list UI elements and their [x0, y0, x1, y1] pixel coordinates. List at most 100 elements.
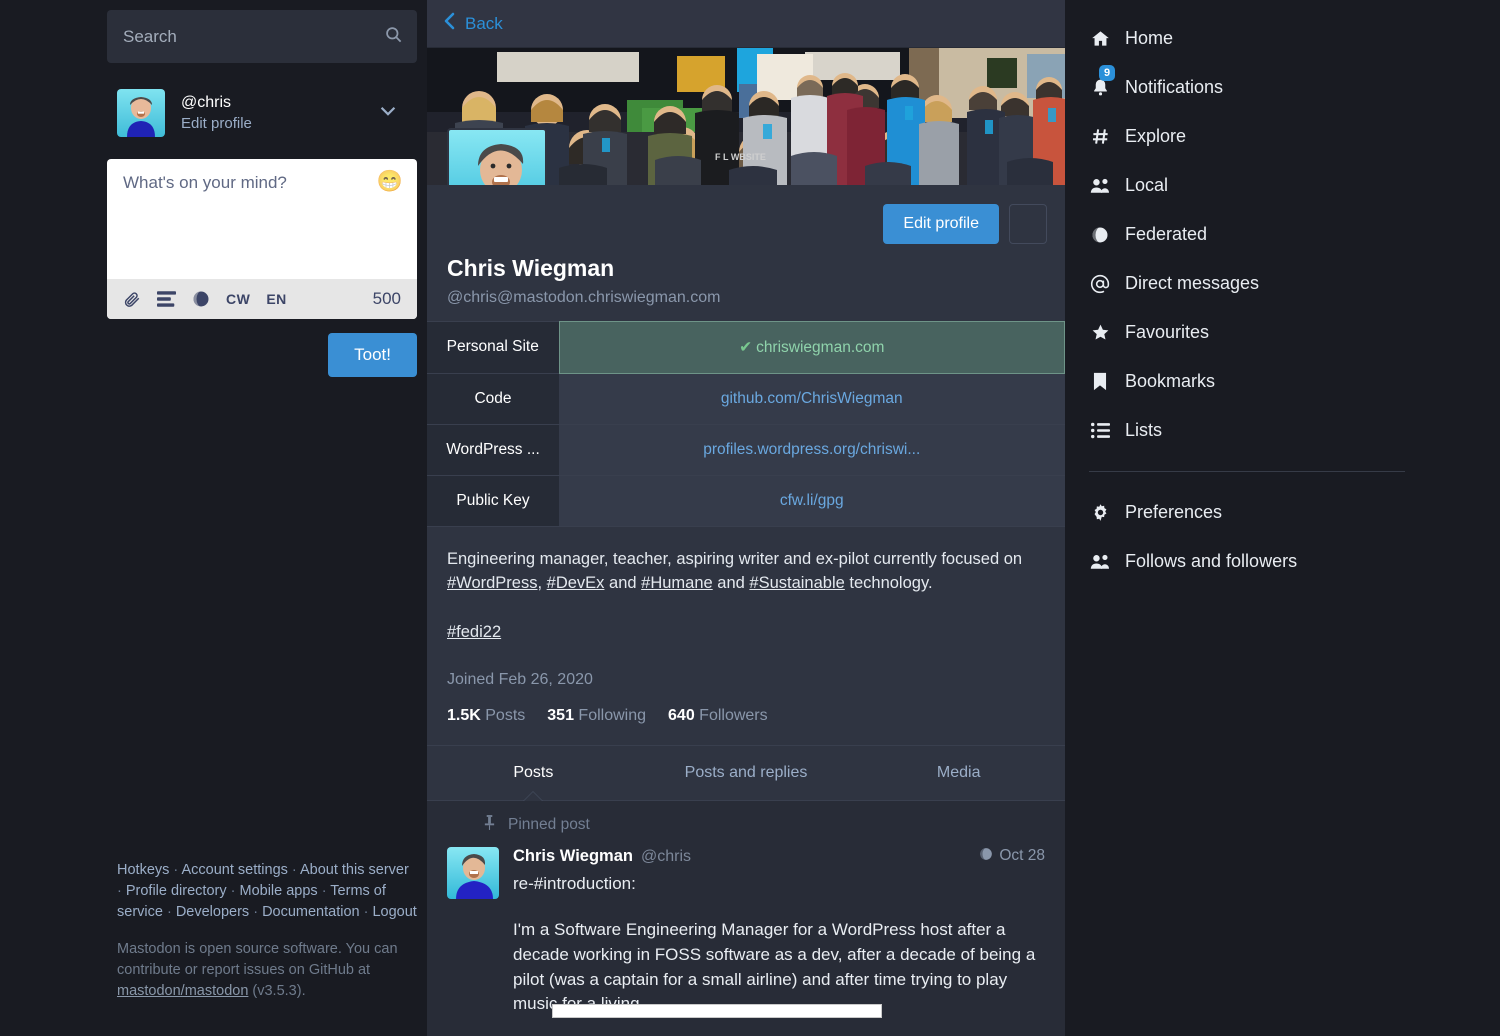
language-button[interactable]: EN [266, 291, 286, 307]
bio-text: , [537, 574, 547, 593]
hashtag-link[interactable]: #DevEx [547, 574, 605, 592]
footer-note-repo-link[interactable]: mastodon/mastodon [117, 983, 248, 999]
sidebar-item-home[interactable]: Home [1065, 14, 1500, 63]
edit-profile-button[interactable]: Edit profile [883, 204, 999, 244]
star-icon [1089, 323, 1111, 342]
home-icon [1089, 29, 1111, 48]
metadata-key: Code [427, 373, 559, 425]
footer-link-mobile-apps[interactable]: Mobile apps [239, 883, 317, 899]
sidebar-item-label: Local [1125, 175, 1169, 195]
avatar [117, 89, 165, 137]
footer-link-documentation[interactable]: Documentation [262, 904, 360, 920]
metadata-link[interactable]: profiles.wordpress.org/chriswi... [703, 441, 920, 458]
hashtag-link[interactable]: #fedi22 [447, 623, 501, 641]
compose-placeholder[interactable]: What's on your mind? [123, 173, 401, 193]
sidebar-item-local[interactable]: Local [1065, 161, 1500, 210]
footer-note: Mastodon is open source software. You ca… [117, 939, 417, 1002]
at-icon [1089, 274, 1111, 294]
profile-tabs: Posts Posts and replies Media [427, 744, 1065, 801]
status-timestamp[interactable]: Oct 28 [999, 847, 1045, 865]
stat-followers[interactable]: 640 Followers [668, 707, 768, 725]
stat-posts[interactable]: 1.5K Posts [447, 707, 525, 725]
hashtag-link[interactable]: #WordPress [447, 574, 537, 592]
metadata-link[interactable]: github.com/ChrisWiegman [721, 390, 903, 407]
users-icon [1089, 176, 1111, 195]
search-box[interactable] [107, 10, 417, 63]
footer-link-account-settings[interactable]: Account settings [181, 862, 287, 878]
globe-icon[interactable] [192, 290, 210, 308]
metadata-value[interactable]: cfw.li/gpg [559, 475, 1065, 526]
profile-joined-date: Joined Feb 26, 2020 [447, 670, 593, 688]
footer-link-developers[interactable]: Developers [176, 904, 249, 920]
account-switcher[interactable]: @chris Edit profile [107, 85, 417, 141]
status-timestamp-wrap: Oct 28 [979, 847, 1045, 866]
gear-icon [1089, 503, 1111, 522]
hashtag-link[interactable]: #Humane [641, 574, 713, 592]
profile-avatar[interactable] [447, 128, 547, 185]
sidebar-item-explore[interactable]: Explore [1065, 112, 1500, 161]
sidebar-item-follows-and-followers[interactable]: Follows and followers [1065, 537, 1500, 586]
sidebar-item-notifications[interactable]: 9 Notifications [1065, 63, 1500, 112]
sidebar-item-direct-messages[interactable]: Direct messages [1065, 259, 1500, 308]
profile-banner: F L WBSITE [427, 48, 1065, 185]
avatar-image [447, 846, 499, 899]
tab-media[interactable]: Media [852, 746, 1065, 800]
sidebar-divider [1089, 471, 1405, 472]
poll-icon[interactable] [157, 291, 176, 307]
status-author-name[interactable]: Chris Wiegman [513, 847, 633, 866]
pin-icon [483, 814, 496, 835]
stat-label: Posts [485, 706, 526, 724]
avatar[interactable] [447, 846, 499, 899]
bookmark-icon [1089, 372, 1111, 391]
toot-button[interactable]: Toot! [328, 333, 417, 377]
metadata-value[interactable]: ✔ chriswiegman.com [558, 320, 1065, 374]
stat-count: 640 [668, 706, 695, 724]
profile-name-block: Chris Wiegman @chris@mastodon.chriswiegm… [427, 247, 1065, 321]
metadata-value[interactable]: profiles.wordpress.org/chriswi... [559, 424, 1065, 476]
smiley-icon[interactable]: 😁 [377, 171, 403, 192]
compose-form[interactable]: What's on your mind? 😁 CW EN 500 [107, 159, 417, 319]
sidebar-item-preferences[interactable]: Preferences [1065, 488, 1500, 537]
profile-metadata-table: Personal Site ✔ chriswiegman.com Code git… [427, 320, 1065, 526]
metadata-value[interactable]: github.com/ChrisWiegman [559, 373, 1065, 425]
sidebar-item-label: Follows and followers [1125, 551, 1298, 571]
character-counter: 500 [372, 289, 401, 308]
sidebar-item-favourites[interactable]: Favourites [1065, 308, 1500, 357]
search-input[interactable] [123, 26, 401, 47]
back-button[interactable]: Back [443, 12, 503, 35]
tab-posts[interactable]: Posts [427, 746, 640, 800]
footer-link-logout[interactable]: Logout [372, 904, 416, 920]
stat-following[interactable]: 351 Following [547, 707, 646, 725]
content-warning-button[interactable]: CW [226, 291, 250, 307]
bio-text: Engineering manager, teacher, aspiring w… [447, 549, 1023, 568]
more-vertical-icon[interactable] [1009, 204, 1047, 244]
left-column: @chris Edit profile What's on your mind?… [0, 0, 427, 1036]
metadata-link[interactable]: chriswiegman.com [756, 339, 884, 356]
stat-count: 1.5K [447, 706, 481, 724]
metadata-link[interactable]: cfw.li/gpg [780, 492, 844, 509]
metadata-key: Public Key [427, 475, 559, 526]
account-edit-profile-link[interactable]: Edit profile [181, 114, 252, 134]
compose-textarea-wrap[interactable]: What's on your mind? 😁 [107, 159, 417, 279]
hashtag-link[interactable]: #Sustainable [749, 574, 844, 592]
status-author-handle[interactable]: @chris [641, 848, 691, 866]
sidebar-item-federated[interactable]: Federated [1065, 210, 1500, 259]
chevron-down-icon[interactable] [377, 100, 399, 127]
footer-link-about-this-server[interactable]: About this server [300, 862, 409, 878]
profile-avatar-image [449, 130, 545, 185]
sidebar-item-label: Preferences [1125, 502, 1223, 522]
sidebar-item-bookmarks[interactable]: Bookmarks [1065, 357, 1500, 406]
search-icon[interactable] [384, 25, 403, 49]
footer-link-profile-directory[interactable]: Profile directory [126, 883, 227, 899]
list-icon [1089, 422, 1111, 439]
sidebar-item-label: Bookmarks [1125, 371, 1216, 391]
stat-label: Followers [699, 706, 768, 724]
profile-column: Back F L WBSITE Edit profile Chris Wiegm… [427, 0, 1065, 1036]
bell-icon: 9 [1089, 65, 1116, 97]
footer-link-hotkeys[interactable]: Hotkeys [117, 862, 169, 878]
mastodon-app: @chris Edit profile What's on your mind?… [0, 0, 1500, 1036]
paperclip-icon[interactable] [123, 290, 141, 308]
sidebar-item-lists[interactable]: Lists [1065, 406, 1500, 455]
bio-paragraph-2: #fedi22 [447, 620, 1045, 645]
tab-posts-and-replies[interactable]: Posts and replies [640, 746, 853, 800]
